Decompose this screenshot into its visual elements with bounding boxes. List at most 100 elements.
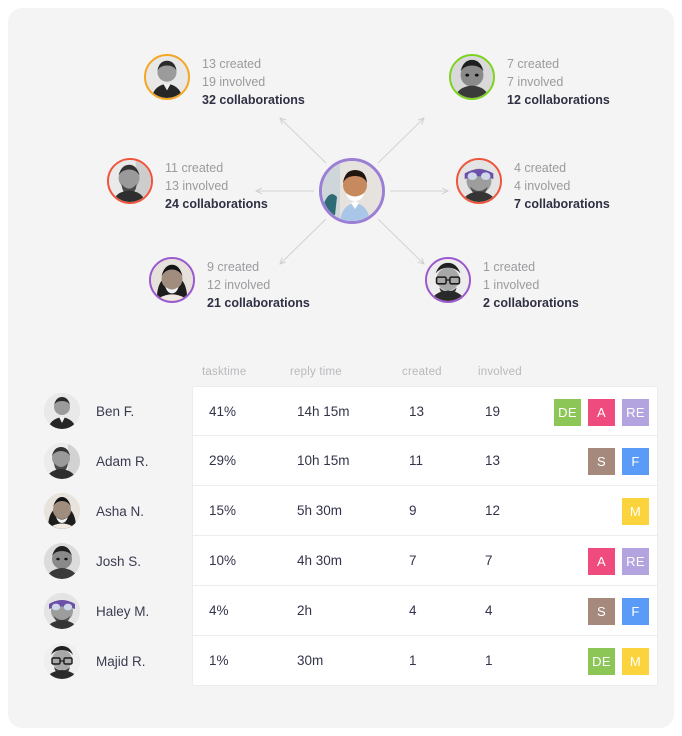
table-row[interactable]: Ben F. 41% 14h 15m 13 19 DE A RE — [8, 386, 674, 436]
stat-involved: 7 involved — [507, 75, 564, 89]
tag-badge[interactable]: F — [622, 597, 649, 625]
cell-tasktime: 10% — [209, 553, 237, 568]
network-stats-haley: 4 created 4 involved 7 collaborations — [514, 158, 610, 213]
member-name: Haley M. — [96, 603, 150, 619]
table-header-row: tasktime reply time created involved — [184, 366, 658, 388]
member-identity[interactable]: Josh S. — [44, 536, 141, 586]
member-avatar[interactable] — [44, 443, 80, 479]
member-avatar[interactable] — [44, 593, 80, 629]
cell-involved: 13 — [485, 453, 501, 468]
tag-group: SF — [588, 586, 649, 636]
connector-to-majid — [377, 218, 424, 264]
network-node-asha[interactable]: 9 created 12 involved 21 collaborations — [149, 257, 310, 312]
tag-group: A RE — [588, 536, 649, 586]
stat-created: 9 created — [207, 260, 260, 274]
tag-badge[interactable]: RE — [622, 547, 649, 575]
column-header-reply-time: reply time — [290, 366, 342, 378]
cell-tasktime: 41% — [209, 404, 237, 419]
tag-badge[interactable]: DE — [554, 398, 581, 426]
center-user-avatar[interactable] — [319, 158, 385, 224]
stat-created: 11 created — [165, 161, 224, 175]
tag-badge[interactable]: A — [588, 398, 615, 426]
cell-reply-time: 2h — [297, 603, 313, 618]
network-node-ben[interactable]: 13 created 19 involved 32 collaborations — [144, 54, 305, 109]
tag-badge[interactable]: S — [588, 597, 615, 625]
tag-badge[interactable]: RE — [622, 398, 649, 426]
cell-created: 1 — [409, 653, 417, 668]
cell-reply-time: 5h 30m — [297, 503, 343, 518]
member-identity[interactable]: Majid R. — [44, 636, 146, 686]
network-stats-asha: 9 created 12 involved 21 collaborations — [207, 257, 310, 312]
member-photo — [44, 593, 80, 629]
member-identity[interactable]: Ben F. — [44, 386, 134, 436]
tag-badge[interactable]: S — [588, 447, 615, 475]
network-node-josh[interactable]: 7 created 7 involved 12 collaborations — [449, 54, 610, 109]
cell-tasktime: 15% — [209, 503, 237, 518]
cell-tasktime: 4% — [209, 603, 229, 618]
member-name: Adam R. — [96, 453, 149, 469]
stat-collaborations: 7 collaborations — [514, 197, 610, 211]
haley-photo — [458, 160, 500, 202]
network-avatar-majid[interactable] — [425, 257, 471, 303]
member-photo — [44, 443, 80, 479]
member-metrics-card: 4% 2h 4 4 S F — [192, 586, 658, 636]
cell-reply-time: 30m — [297, 653, 324, 668]
network-node-haley[interactable]: 4 created 4 involved 7 collaborations — [456, 158, 610, 213]
network-node-adam[interactable]: 11 created 13 involved 24 collaborations — [107, 158, 268, 213]
network-avatar-asha[interactable] — [149, 257, 195, 303]
connector-to-josh — [377, 118, 424, 164]
cell-involved: 19 — [485, 404, 501, 419]
tag-badge[interactable]: F — [622, 447, 649, 475]
connector-to-ben — [280, 118, 327, 164]
stat-collaborations: 12 collaborations — [507, 93, 610, 107]
tag-badge[interactable]: DE — [588, 647, 615, 675]
stat-involved: 12 involved — [207, 278, 271, 292]
member-identity[interactable]: Asha N. — [44, 486, 144, 536]
member-avatar[interactable] — [44, 393, 80, 429]
cell-created: 7 — [409, 553, 417, 568]
tag-badge[interactable]: A — [588, 547, 615, 575]
ben-photo — [146, 56, 188, 98]
asha-photo — [151, 259, 193, 301]
table-row[interactable]: Asha N. 15% 5h 30m 9 12 M — [8, 486, 674, 536]
table-row[interactable]: Majid R. 1% 30m 1 1 DE M — [8, 636, 674, 686]
cell-reply-time: 4h 30m — [297, 553, 343, 568]
cell-reply-time: 14h 15m — [297, 404, 350, 419]
network-avatar-josh[interactable] — [449, 54, 495, 100]
cell-created: 9 — [409, 503, 417, 518]
cell-involved: 12 — [485, 503, 501, 518]
stat-created: 13 created — [202, 57, 262, 71]
member-avatar[interactable] — [44, 543, 80, 579]
network-avatar-ben[interactable] — [144, 54, 190, 100]
stat-involved: 13 involved — [165, 179, 229, 193]
table-row[interactable]: Josh S. 10% 4h 30m 7 7 A RE — [8, 536, 674, 586]
stat-collaborations: 32 collaborations — [202, 93, 305, 107]
stat-collaborations: 24 collaborations — [165, 197, 268, 211]
member-metrics-card: 10% 4h 30m 7 7 A RE — [192, 536, 658, 586]
table-row[interactable]: Haley M. 4% 2h 4 4 S F — [8, 586, 674, 636]
stat-created: 1 created — [483, 260, 536, 274]
cell-reply-time: 10h 15m — [297, 453, 350, 468]
member-metrics-card: 15% 5h 30m 9 12 M — [192, 486, 658, 536]
cell-tasktime: 1% — [209, 653, 229, 668]
member-avatar[interactable] — [44, 493, 80, 529]
tag-group: DE M — [588, 636, 649, 686]
stat-created: 7 created — [507, 57, 560, 71]
tag-badge[interactable]: M — [622, 497, 649, 525]
tag-badge[interactable]: M — [622, 647, 649, 675]
member-name: Josh S. — [96, 553, 142, 569]
member-identity[interactable]: Adam R. — [44, 436, 149, 486]
table-row[interactable]: Adam R. 29% 10h 15m 11 13 S F — [8, 436, 674, 486]
collaboration-network-diagram: 13 created 19 involved 32 collaborations… — [8, 8, 674, 338]
member-identity[interactable]: Haley M. — [44, 586, 149, 636]
tag-group: M — [622, 486, 649, 536]
network-avatar-haley[interactable] — [456, 158, 502, 204]
network-node-majid[interactable]: 1 created 1 involved 2 collaborations — [425, 257, 579, 312]
cell-created: 13 — [409, 404, 425, 419]
center-user-photo — [322, 161, 382, 221]
member-avatar[interactable] — [44, 643, 80, 679]
tag-group: SF — [588, 436, 649, 486]
member-photo — [44, 493, 80, 529]
network-avatar-adam[interactable] — [107, 158, 153, 204]
collaboration-dashboard-card: 13 created 19 involved 32 collaborations… — [8, 8, 674, 728]
